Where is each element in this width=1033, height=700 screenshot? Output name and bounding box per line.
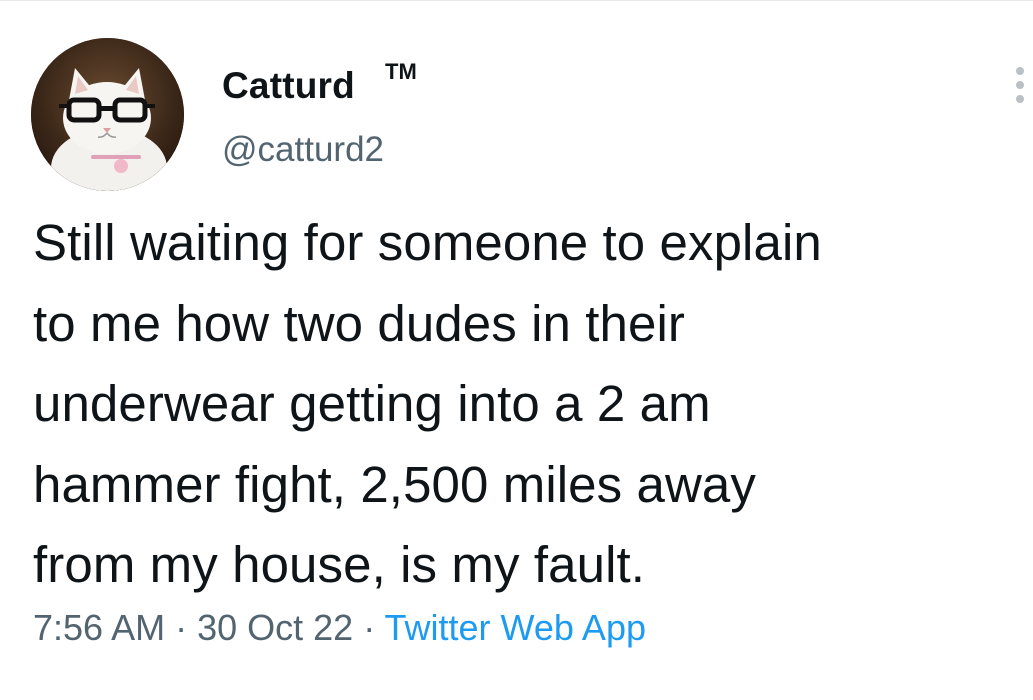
- more-dot: [1016, 67, 1024, 75]
- avatar[interactable]: [31, 38, 184, 191]
- user-handle[interactable]: @catturd2: [222, 129, 384, 171]
- trademark-label: TM: [385, 59, 417, 84]
- tweet-text: Still waiting for someone to explain to …: [33, 203, 1023, 606]
- tweet-text-line: hammer fight, 2,500 miles away: [33, 455, 756, 513]
- tweet-text-line: from my house, is my fault.: [33, 536, 646, 593]
- tweet-text-line: Still waiting for someone to explain: [33, 214, 822, 271]
- meta-separator: ·: [353, 607, 385, 648]
- tweet-time[interactable]: 7:56 AM: [33, 607, 165, 648]
- more-vertical-icon[interactable]: [1010, 63, 1030, 107]
- tweet-date[interactable]: 30 Oct 22: [197, 607, 353, 648]
- tweet-text-line: to me how two dudes in their: [33, 294, 685, 352]
- tweet-meta: 7:56 AM · 30 Oct 22 · Twitter Web App: [33, 606, 646, 650]
- display-name[interactable]: Catturd: [222, 64, 355, 108]
- tweet-card: Catturd TM @catturd2 Still waiting for s…: [0, 0, 1033, 700]
- more-dot: [1016, 95, 1024, 103]
- cat-with-glasses-avatar-icon: [31, 38, 184, 191]
- meta-separator: ·: [165, 607, 198, 648]
- tweet-text-line: underwear getting into a 2 am: [33, 375, 711, 432]
- more-dot: [1016, 81, 1024, 89]
- tweet-source-link[interactable]: Twitter Web App: [385, 607, 646, 648]
